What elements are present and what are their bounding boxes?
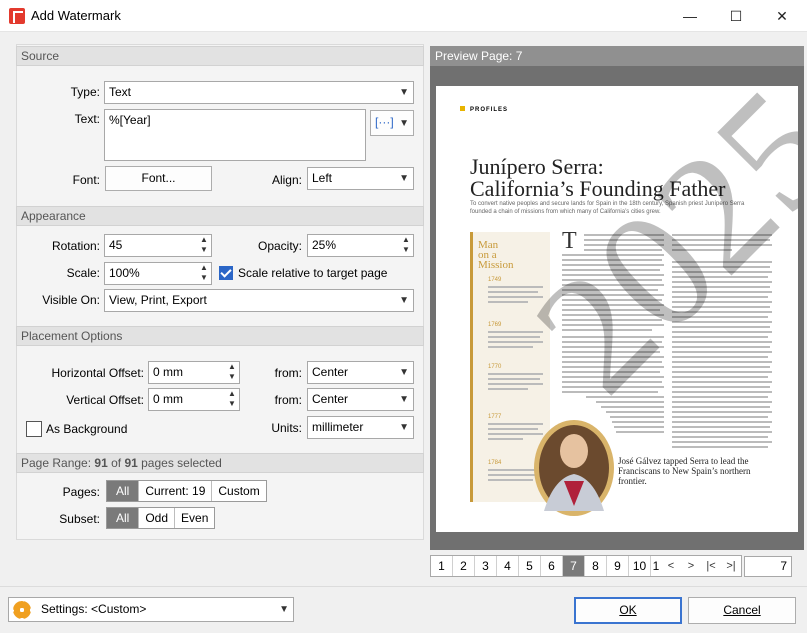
horizontal-offset-label: Horizontal Offset:: [51, 366, 144, 380]
chevron-down-icon: ▼: [399, 295, 409, 306]
gear-icon: [13, 601, 31, 619]
horizontal-from-label: from:: [274, 366, 302, 380]
units-select[interactable]: millimeter ▼: [307, 416, 414, 439]
opacity-spinner[interactable]: 25% ▲ ▼: [307, 234, 414, 257]
page-number-button[interactable]: 9: [607, 556, 629, 576]
source-heading: Source: [16, 46, 424, 66]
timeline-year: 1769: [488, 322, 502, 328]
window-title: Add Watermark: [31, 8, 121, 23]
opacity-label: Opacity:: [257, 239, 302, 253]
portrait-illustration: [534, 420, 614, 516]
sidebar-title-3: Mission: [478, 259, 514, 271]
horizontal-offset-spinner[interactable]: 0 mm ▲ ▼: [148, 361, 240, 384]
align-select[interactable]: Left ▼: [307, 167, 414, 190]
vertical-from-select[interactable]: Center ▼: [307, 388, 414, 411]
pages-custom-option[interactable]: Custom: [212, 481, 265, 501]
vertical-offset-label: Vertical Offset:: [66, 393, 144, 407]
cancel-button[interactable]: Cancel: [688, 597, 796, 624]
spinner-arrows-icon[interactable]: ▲ ▼: [225, 389, 239, 410]
units-label: Units:: [271, 421, 302, 435]
subset-label: Subset:: [59, 512, 100, 526]
page-number-button[interactable]: 1: [431, 556, 453, 576]
page-number-button[interactable]: 10: [629, 556, 651, 576]
maximize-button[interactable]: ☐: [713, 0, 759, 32]
portrait-caption: José Gálvez tapped Serra to lead the Fra…: [618, 456, 751, 486]
align-label: Align:: [271, 173, 302, 187]
horizontal-from-select[interactable]: Center ▼: [307, 361, 414, 384]
preview-heading: Preview Page: 7: [430, 46, 804, 66]
pages-segmented-control: All Current: 19 Custom: [106, 480, 267, 502]
text-label: Text:: [74, 112, 100, 126]
first-page-icon[interactable]: |<: [701, 556, 721, 576]
page-number-button[interactable]: 3: [475, 556, 497, 576]
page-navigator: 1 2 3 4 5 6 7 8 9 10 1 < > |< >|: [430, 555, 742, 577]
type-select[interactable]: Text ▼: [104, 81, 414, 104]
timeline-year: 1749: [488, 277, 502, 283]
title-bar: Add Watermark — ☐ ✕: [0, 0, 807, 32]
timeline-year: 1777: [488, 414, 502, 420]
font-button[interactable]: Font...: [105, 166, 212, 191]
scale-relative-label: Scale relative to target page: [238, 266, 388, 280]
vertical-from-label: from:: [274, 393, 302, 407]
subset-even-option[interactable]: Even: [175, 508, 214, 528]
pages-current-option[interactable]: Current: 19: [139, 481, 213, 501]
chevron-down-icon: ▼: [279, 604, 289, 615]
subset-odd-option[interactable]: Odd: [139, 508, 176, 528]
placement-heading: Placement Options: [16, 326, 424, 346]
page-number-button[interactable]: 2: [453, 556, 475, 576]
page-number-button[interactable]: 8: [585, 556, 607, 576]
chevron-down-icon: ▼: [399, 367, 409, 378]
scale-relative-checkbox[interactable]: [219, 266, 233, 280]
page-number-button[interactable]: 1: [651, 556, 661, 576]
subset-segmented-control: All Odd Even: [106, 507, 216, 529]
current-page-input[interactable]: 7: [744, 556, 792, 577]
section-tag: PROFILES: [470, 107, 508, 113]
document-page-render: PROFILES Junípero Serra: California’s Fo…: [460, 86, 798, 516]
appearance-heading: Appearance: [16, 206, 424, 226]
rotation-spinner[interactable]: 45 ▲ ▼: [104, 234, 212, 257]
as-background-label: As Background: [46, 422, 128, 436]
app-logo-icon: [9, 8, 25, 24]
page-number-button[interactable]: 4: [497, 556, 519, 576]
spinner-arrows-icon[interactable]: ▲ ▼: [197, 263, 211, 284]
visible-on-select[interactable]: View, Print, Export ▼: [104, 289, 414, 312]
as-background-checkbox[interactable]: [26, 421, 42, 437]
visible-on-label: Visible On:: [42, 293, 100, 307]
pages-label: Pages:: [62, 485, 100, 499]
spinner-arrows-icon[interactable]: ▲ ▼: [225, 362, 239, 383]
previous-page-icon[interactable]: <: [661, 556, 681, 576]
spinner-arrows-icon[interactable]: ▲ ▼: [197, 235, 211, 256]
close-button[interactable]: ✕: [759, 0, 805, 32]
page-number-button-active[interactable]: 7: [563, 556, 585, 576]
insert-macro-button[interactable]: [···] ▼: [370, 110, 414, 136]
minimize-button[interactable]: —: [667, 0, 713, 32]
rotation-label: Rotation:: [51, 239, 100, 253]
last-page-icon[interactable]: >|: [721, 556, 741, 576]
timeline-year: 1770: [488, 364, 502, 370]
chevron-down-icon: ▼: [399, 394, 409, 405]
font-label: Font:: [72, 173, 100, 187]
pages-all-option[interactable]: All: [107, 481, 140, 501]
page-number-button[interactable]: 6: [541, 556, 563, 576]
chevron-down-icon: ▼: [399, 87, 409, 98]
page-number-button[interactable]: 5: [519, 556, 541, 576]
chevron-down-icon: ▼: [399, 422, 409, 433]
ok-button[interactable]: OK: [574, 597, 682, 624]
vertical-offset-spinner[interactable]: 0 mm ▲ ▼: [148, 388, 240, 411]
type-label: Type:: [70, 85, 100, 99]
next-page-icon[interactable]: >: [681, 556, 701, 576]
watermark-text-field[interactable]: %[Year]: [104, 109, 366, 161]
chevron-down-icon: ▼: [399, 173, 409, 184]
spinner-arrows-icon[interactable]: ▲ ▼: [399, 235, 413, 256]
subset-all-option[interactable]: All: [107, 508, 140, 528]
scale-label: Scale:: [66, 266, 100, 280]
settings-select[interactable]: Settings: <Custom> ▼: [8, 597, 294, 622]
scale-spinner[interactable]: 100% ▲ ▼: [104, 262, 212, 285]
chevron-down-icon: ▼: [399, 118, 409, 129]
preview-page: PROFILES Junípero Serra: California’s Fo…: [436, 86, 798, 532]
timeline-year: 1784: [488, 460, 502, 466]
page-range-heading: Page Range: 91 of 91 pages selected: [16, 453, 424, 473]
